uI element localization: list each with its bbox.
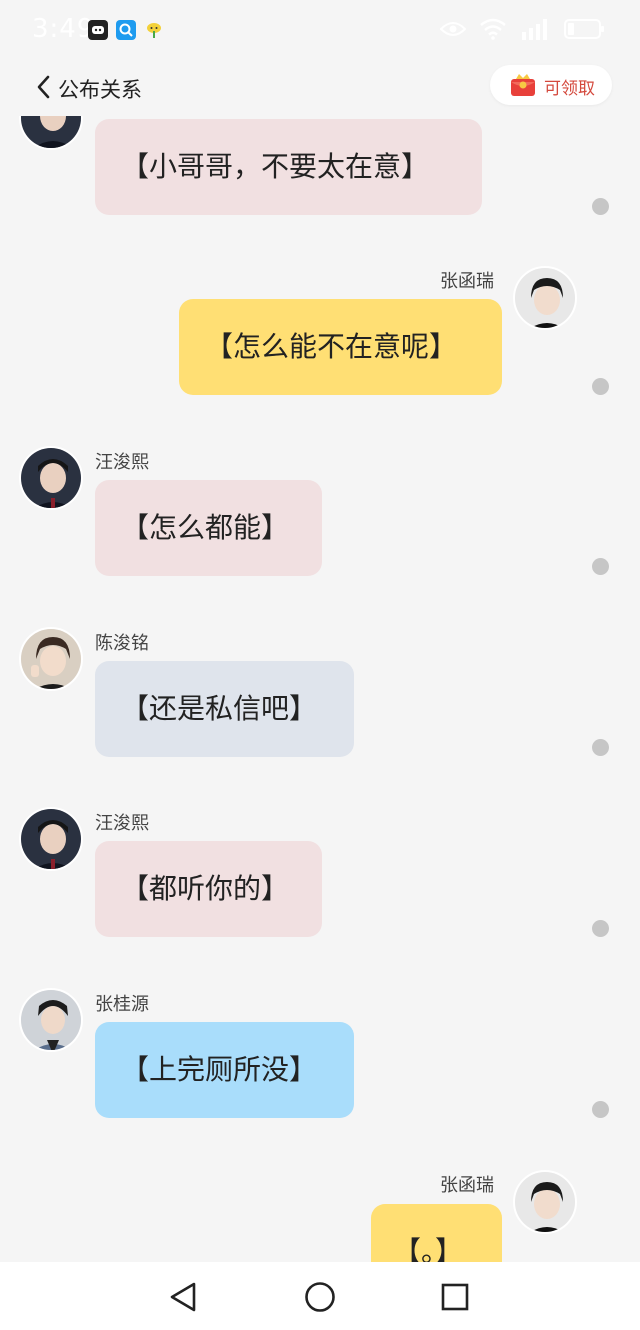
message-bubble[interactable]: 【怎么都能】	[95, 480, 322, 576]
avatar-wang[interactable]	[19, 807, 83, 871]
message-status-dot	[592, 558, 609, 575]
back-triangle-icon[interactable]	[166, 1280, 200, 1314]
signal-icon	[522, 19, 547, 40]
battery-icon	[564, 19, 604, 39]
top-nav: 公布关系 可领取	[0, 60, 640, 116]
message-bubble[interactable]: 【。】	[371, 1204, 502, 1262]
sender-name: 张桂源	[95, 994, 149, 1015]
message-bubble[interactable]: 【怎么能不在意呢】	[179, 299, 502, 395]
recents-square-icon[interactable]	[438, 1280, 472, 1314]
sender-name: 张函瑞	[440, 271, 494, 292]
page-title[interactable]: 公布关系	[58, 74, 142, 104]
avatar-zhang-guiyuan[interactable]	[19, 988, 83, 1052]
status-time: 3:49	[32, 14, 95, 44]
claim-label: 可领取	[544, 79, 595, 99]
system-status-icons	[440, 18, 606, 40]
sender-name: 张函瑞	[440, 1175, 494, 1196]
wifi-icon	[480, 18, 506, 40]
sender-name: 陈浚铭	[95, 633, 149, 654]
avatar-zhang-hanrui[interactable]	[513, 266, 577, 330]
status-bar: 3:49	[0, 0, 640, 60]
sprout-icon	[144, 20, 164, 40]
message-status-dot	[592, 920, 609, 937]
sender-name: 汪浚熙	[95, 452, 149, 473]
system-nav-bar	[0, 1262, 640, 1330]
message-bubble[interactable]: 【还是私信吧】	[95, 661, 354, 757]
red-envelope-icon	[511, 74, 535, 96]
eye-icon	[440, 22, 466, 36]
chevron-left-icon[interactable]	[34, 74, 54, 100]
avatar-chen-junming[interactable]	[19, 627, 83, 691]
chat-screen: 3:49 公布关系 可领取 【小哥哥，不要太在意】 张函瑞 【怎么能不在意呢】 …	[0, 0, 640, 1330]
sender-name: 汪浚熙	[95, 813, 149, 834]
search-app-icon	[116, 20, 136, 40]
avatar-wang[interactable]	[19, 446, 83, 510]
avatar-wang[interactable]	[19, 116, 83, 150]
avatar-zhang-hanrui[interactable]	[513, 1170, 577, 1234]
message-status-dot	[592, 739, 609, 756]
message-bubble[interactable]: 【都听你的】	[95, 841, 322, 937]
message-bubble[interactable]: 【上完厕所没】	[95, 1022, 354, 1118]
message-status-dot	[592, 1101, 609, 1118]
message-bubble[interactable]: 【小哥哥，不要太在意】	[95, 119, 482, 215]
message-icon	[88, 20, 108, 40]
claim-reward-button[interactable]: 可领取	[490, 65, 612, 105]
chat-message-list[interactable]: 【小哥哥，不要太在意】 张函瑞 【怎么能不在意呢】 汪浚熙 【怎么都能】 陈浚铭…	[0, 116, 640, 1262]
home-circle-icon[interactable]	[303, 1280, 337, 1314]
message-status-dot	[592, 198, 609, 215]
message-status-dot	[592, 378, 609, 395]
